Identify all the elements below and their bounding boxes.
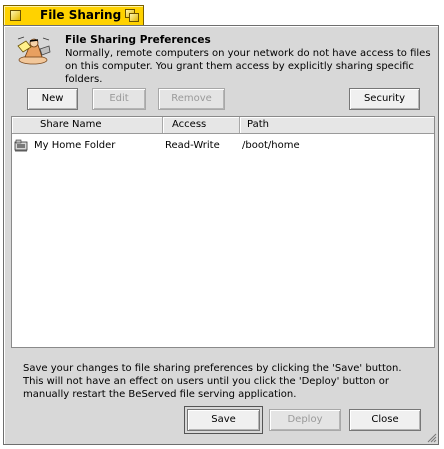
shares-list[interactable]: Share Name Access Path My Home Folder Re…: [11, 116, 435, 348]
zoom-box-icon[interactable]: [125, 9, 139, 22]
footer-note: Save your changes to file sharing prefer…: [23, 363, 402, 400]
column-header-share-name[interactable]: Share Name: [12, 117, 163, 133]
save-button[interactable]: Save: [184, 406, 263, 434]
close-button[interactable]: Close: [349, 409, 421, 431]
window-title-tab[interactable]: File Sharing: [3, 5, 144, 25]
column-header-access[interactable]: Access: [163, 117, 240, 133]
edit-button[interactable]: Edit: [92, 88, 146, 110]
deploy-button[interactable]: Deploy: [269, 409, 341, 431]
file-sharing-icon: [17, 36, 51, 65]
list-header: Share Name Access Path: [12, 117, 434, 134]
page-title: File Sharing Preferences: [65, 34, 211, 46]
path-cell: /boot/home: [242, 140, 300, 151]
window-title: File Sharing: [40, 8, 122, 22]
file-sharing-window: File Sharing Preferences Normally, remot…: [3, 25, 439, 445]
header-description: Normally, remote computers on your netwo…: [65, 48, 431, 85]
new-button[interactable]: New: [27, 88, 78, 110]
table-row[interactable]: My Home Folder Read-Write /boot/home: [12, 138, 434, 154]
share-name-cell: My Home Folder: [34, 140, 116, 151]
column-header-path[interactable]: Path: [240, 117, 434, 133]
shared-folder-icon: [14, 139, 28, 152]
access-cell: Read-Write: [165, 140, 220, 151]
resize-grip-icon[interactable]: [427, 433, 437, 443]
remove-button[interactable]: Remove: [158, 88, 225, 110]
close-box-icon[interactable]: [10, 10, 21, 21]
security-button[interactable]: Security: [349, 88, 420, 110]
